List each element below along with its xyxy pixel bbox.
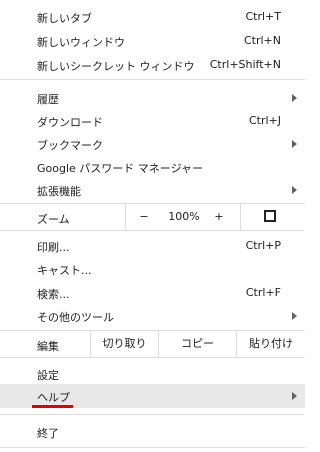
menu-item-label: 拡張機能 — [37, 185, 81, 198]
chrome-main-menu: 新しいタブ Ctrl+T 新しいウィンドウ Ctrl+N 新しいシークレット ウ… — [0, 0, 305, 452]
zoom-out-button[interactable]: − — [133, 204, 155, 230]
menu-separator — [0, 79, 305, 80]
shortcut-label: Ctrl+P — [245, 239, 281, 252]
menu-item-label: 印刷... — [37, 241, 70, 254]
edit-row: 編集 切り取り コピー 貼り付け — [0, 331, 305, 357]
chevron-right-icon — [292, 312, 297, 320]
shortcut-label: Ctrl+J — [248, 114, 281, 127]
fullscreen-icon[interactable] — [264, 210, 276, 222]
paste-button[interactable]: 貼り付け — [237, 331, 305, 357]
menu-item-print[interactable]: 印刷... Ctrl+P — [0, 234, 305, 258]
menu-item-new-window[interactable]: 新しいウィンドウ Ctrl+N — [0, 29, 305, 53]
zoom-divider — [240, 204, 241, 230]
menu-item-label: 終了 — [37, 427, 59, 440]
menu-item-label: 設定 — [37, 369, 59, 382]
chevron-right-icon — [292, 140, 297, 148]
shortcut-label: Ctrl+Shift+N — [209, 58, 281, 71]
menu-item-label: ヘルプ — [37, 391, 70, 404]
chevron-right-icon — [292, 94, 297, 102]
menu-item-exit[interactable]: 終了 — [0, 420, 305, 444]
menu-item-new-tab[interactable]: 新しいタブ Ctrl+T — [0, 5, 305, 29]
chevron-right-icon — [292, 392, 297, 400]
menu-separator — [0, 447, 305, 448]
chevron-right-icon — [292, 186, 297, 194]
menu-item-label: 新しいタブ — [37, 12, 92, 25]
edit-label: 編集 — [37, 340, 59, 353]
menu-item-label: 履歴 — [37, 93, 59, 106]
zoom-in-button[interactable]: + — [208, 204, 230, 230]
menu-item-label: 検索... — [37, 288, 70, 301]
shortcut-label: Ctrl+F — [245, 286, 281, 299]
annotation-underline — [32, 405, 73, 408]
menu-separator — [0, 414, 305, 415]
zoom-level: 100% — [168, 210, 200, 223]
menu-item-label: ブックマーク — [37, 139, 103, 152]
menu-separator — [0, 357, 305, 358]
menu-item-settings[interactable]: 設定 — [0, 362, 305, 386]
menu-item-label: ダウンロード — [37, 116, 103, 129]
menu-item-label: 新しいウィンドウ — [37, 36, 125, 49]
shortcut-label: Ctrl+N — [243, 34, 281, 47]
zoom-label: ズーム — [37, 213, 70, 226]
zoom-divider — [125, 204, 126, 230]
menu-item-history[interactable]: 履歴 — [0, 86, 305, 110]
menu-item-cast[interactable]: キャスト... — [0, 257, 305, 281]
menu-item-more-tools[interactable]: その他のツール — [0, 304, 305, 328]
shortcut-label: Ctrl+T — [245, 10, 281, 23]
zoom-row: ズーム − 100% + — [0, 204, 305, 230]
menu-item-label: 新しいシークレット ウィンドウ — [37, 60, 195, 73]
menu-item-label: キャスト... — [37, 264, 92, 277]
copy-button[interactable]: コピー — [159, 331, 236, 357]
menu-separator — [0, 230, 305, 231]
menu-item-bookmarks[interactable]: ブックマーク — [0, 132, 305, 156]
cut-button[interactable]: 切り取り — [91, 331, 158, 357]
menu-item-extensions[interactable]: 拡張機能 — [0, 178, 305, 202]
menu-item-label: Google パスワード マネージャー — [37, 162, 204, 175]
menu-item-downloads[interactable]: ダウンロード Ctrl+J — [0, 109, 305, 133]
menu-item-label: その他のツール — [37, 311, 114, 324]
menu-item-new-incognito-window[interactable]: 新しいシークレット ウィンドウ Ctrl+Shift+N — [0, 53, 305, 77]
menu-item-find[interactable]: 検索... Ctrl+F — [0, 281, 305, 305]
menu-item-password-manager[interactable]: Google パスワード マネージャー — [0, 155, 305, 179]
